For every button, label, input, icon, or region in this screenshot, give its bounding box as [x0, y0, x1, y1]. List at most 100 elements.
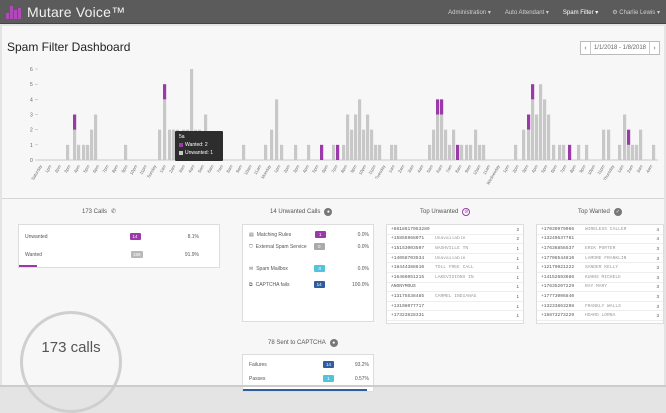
x-tick-label: 4am [416, 164, 425, 174]
list-item[interactable]: +15153003507NASHVILLE TN1 [387, 244, 523, 254]
x-tick-label: 5pm [311, 164, 320, 174]
call-count: 1 [511, 313, 519, 318]
date-prev-button[interactable]: ‹ [581, 42, 591, 54]
list-item[interactable]: +17636856537ERIK PORTER3 [537, 244, 663, 254]
bar-unwanted [163, 84, 166, 99]
list-item[interactable]: +17706544810LAMORE FRANKLIN3 [537, 254, 663, 264]
caller-number: +17635207229 [541, 284, 585, 289]
list-item[interactable]: +13175538485CARMEL INDIANAG1 [387, 292, 523, 302]
list-item[interactable]: +131080777171 [387, 302, 523, 312]
x-tick-label: 6pm [92, 164, 101, 174]
bar-wanted [623, 115, 626, 160]
unwanted-reason-row[interactable]: ✉Spam Mailbox00.0% [249, 265, 369, 272]
list-item[interactable]: +15855968071Unavailable2 [387, 235, 523, 245]
list-item[interactable]: +17635207229RAY MARY3 [537, 283, 663, 293]
date-range-label[interactable]: 1/1/2018 - 1/8/2018 [591, 42, 649, 54]
x-tick-label: 10pm [358, 164, 368, 176]
bar-wanted [370, 130, 373, 160]
captcha-pct: 93.2% [355, 362, 369, 368]
bar-wanted [460, 145, 463, 160]
captcha-pct: 0.57% [355, 376, 369, 382]
list-item[interactable]: +16873273229HOARD LORNA3 [537, 311, 663, 321]
calls-summary-card: Unwanted 14 8.1% Wanted 159 91.9% [18, 224, 220, 268]
x-tick-label: Tuesday [374, 163, 387, 180]
y-tick-label: 1 [30, 143, 33, 149]
bar-wanted [358, 99, 361, 160]
x-tick-label: 10am [243, 164, 253, 176]
unwanted-reason-row[interactable]: ⛉External Spam Service00.0% [249, 243, 369, 250]
bar-wanted [86, 145, 89, 160]
list-item[interactable]: +12179021222SANDER KELLY3 [537, 263, 663, 273]
calls-bar-chart: 0123456Saturday1pm2pm3pm4pm5pm6pm7pm8pm9… [2, 58, 664, 194]
bar-wanted [366, 115, 369, 160]
reason-count-badge: 0 [314, 265, 325, 272]
list-item[interactable]: +177730068403 [537, 292, 663, 302]
nav-item-1[interactable]: Auto Attendant ▾ [505, 9, 549, 16]
bar-wanted [535, 115, 538, 160]
caller-name: WIRELESS CALLER [585, 227, 651, 232]
bar-wanted [332, 145, 335, 160]
date-next-button[interactable]: › [649, 42, 659, 54]
caller-number: +13233863208 [541, 304, 585, 309]
x-tick-label: 8pm [340, 164, 349, 174]
bar-wanted [585, 145, 588, 160]
captcha-row[interactable]: Failures1493.2% [249, 361, 369, 368]
list-item[interactable]: +13233863208FRANKLY WALLS3 [537, 302, 663, 312]
bar-wanted [77, 145, 80, 160]
app-logo[interactable]: Mutare Voice™ [6, 3, 125, 21]
unwanted-row[interactable]: Unwanted 14 8.1% [25, 233, 213, 240]
list-item[interactable]: +18444388610TOLL FREE CALL1 [387, 263, 523, 273]
nav-item-3[interactable]: ⚙ Charlie Lewis ▾ [612, 9, 660, 16]
caller-number: +13108077717 [391, 304, 435, 309]
x-tick-label: 6pm [321, 164, 330, 174]
unwanted-panel-header: 14 Unwanted Calls ● [270, 208, 332, 216]
x-tick-label: 5am [197, 164, 206, 174]
reason-pct: 0.0% [358, 244, 369, 250]
list-item[interactable]: ANONYMOUS1 [387, 283, 523, 293]
nav-item-0[interactable]: Administration ▾ [448, 9, 491, 16]
top-navigation-bar: Mutare Voice™ Administration ▾ Auto Atten… [0, 0, 666, 24]
wanted-row[interactable]: Wanted 159 91.9% [25, 251, 213, 258]
bar-unwanted [568, 145, 571, 160]
bar-wanted [90, 130, 93, 160]
bar-wanted [452, 130, 455, 160]
block-icon: ⊘ [462, 208, 470, 216]
x-tick-label: 9pm [349, 164, 358, 174]
caller-name: ERIK PORTER [585, 246, 651, 251]
x-tick-label: 4pm [530, 164, 539, 174]
bar-wanted [270, 130, 273, 160]
caller-number: +16466051215 [391, 275, 435, 280]
captcha-row[interactable]: Passes10.57% [249, 375, 369, 382]
list-item[interactable]: +17039979066WIRELESS CALLER4 [537, 225, 663, 235]
x-tick-label: 1am [616, 164, 625, 174]
bar-wanted [552, 145, 555, 160]
main-nav: Administration ▾ Auto Attendant ▾ Spam Fil… [448, 0, 660, 24]
list-item[interactable]: +86186170532892 [387, 225, 523, 235]
x-tick-label: 8pm [111, 164, 120, 174]
list-item[interactable]: +14152693686KUHNS MICHELE3 [537, 273, 663, 283]
bar-wanted [342, 145, 345, 160]
date-range-picker[interactable]: ‹ 1/1/2018 - 1/8/2018 › [580, 41, 660, 55]
call-count: 1 [511, 256, 519, 261]
reason-label: External Spam Service [256, 244, 308, 250]
list-item[interactable]: +132405377614 [537, 235, 663, 245]
shield-icon: ⛉ [249, 244, 253, 250]
top-unwanted-header: Top Unwanted ⊘ [420, 208, 470, 216]
top-wanted-list: +17039979066WIRELESS CALLER4+13240537761… [536, 224, 664, 324]
unwanted-reason-row[interactable]: ⧉CAPTCHA fails14100.0% [249, 281, 369, 288]
bar-wanted [527, 130, 530, 160]
list-item[interactable]: +16466051215LAKEVISIONS IN1 [387, 273, 523, 283]
x-tick-label: 2pm [511, 164, 520, 174]
y-tick-label: 2 [30, 128, 33, 134]
captcha-label: Failures [249, 362, 309, 368]
chart-tooltip: 5a Wanted: 2 Unwanted: 1 [175, 131, 223, 161]
call-count: 1 [511, 284, 519, 289]
list-item[interactable]: +14058703534Unavailable1 [387, 254, 523, 264]
bar-wanted [522, 130, 525, 160]
unwanted-reason-row[interactable]: ▤Matching Rules10.0% [249, 231, 369, 238]
bar-wanted [374, 145, 377, 160]
list-item[interactable]: +173238283311 [387, 311, 523, 321]
caller-name: KUHNS MICHELE [585, 275, 651, 280]
nav-item-2[interactable]: Spam Filter ▾ [563, 9, 598, 16]
call-count: 1 [511, 275, 519, 280]
